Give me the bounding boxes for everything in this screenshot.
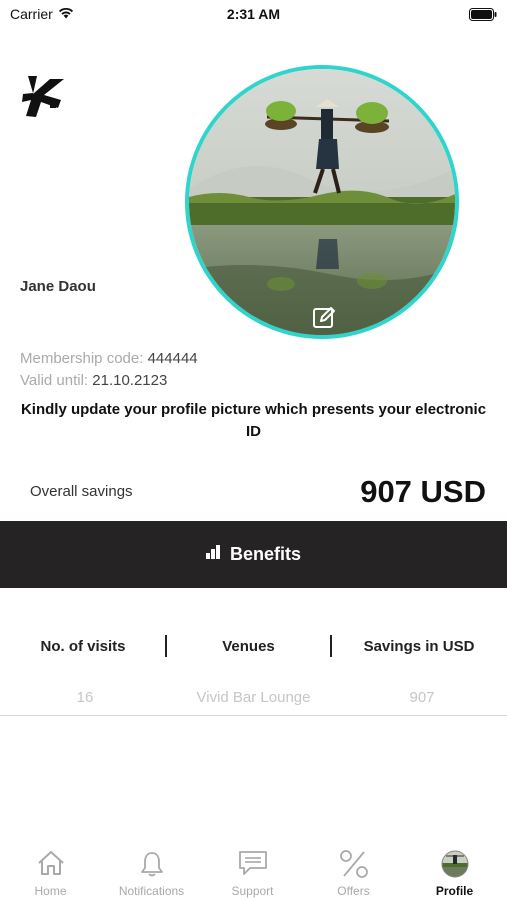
cell-savings: 907: [409, 689, 435, 706]
clock: 2:31 AM: [226, 6, 281, 22]
membership-code-label: Membership code:: [20, 350, 144, 367]
benefits-button[interactable]: Benefits: [0, 521, 507, 588]
tab-offers-label: Offers: [337, 884, 370, 898]
tab-bar: Home Notifications Support Offers Profil…: [0, 838, 507, 900]
tab-offers[interactable]: Offers: [303, 838, 404, 900]
valid-until-label: Valid until:: [20, 372, 89, 389]
status-bar: Carrier 2:31 AM: [0, 0, 507, 30]
column-header-visits: No. of visits: [40, 638, 126, 655]
tab-notifications[interactable]: Notifications: [101, 838, 202, 900]
profile-avatar[interactable]: [185, 65, 459, 339]
tab-profile-label: Profile: [435, 884, 474, 898]
bell-icon: [138, 850, 166, 883]
membership-code-row: Membership code: 444444: [20, 348, 198, 370]
edit-icon[interactable]: [311, 305, 337, 331]
benefits-label: Benefits: [229, 544, 301, 564]
table-row[interactable]: 16 Vivid Bar Lounge 907: [0, 686, 507, 716]
tab-profile[interactable]: Profile: [404, 838, 505, 900]
profile-name: Jane Daou: [20, 278, 96, 295]
membership-code-value: 444444: [147, 350, 198, 367]
battery-icon: [469, 8, 497, 26]
valid-until-value: 21.10.2123: [92, 372, 168, 389]
tab-home[interactable]: Home: [0, 838, 101, 900]
home-icon: [36, 850, 66, 881]
profile-picture-notice: Kindly update your profile picture which…: [20, 401, 487, 440]
cell-venue: Vivid Bar Lounge: [196, 689, 311, 706]
chat-icon: [238, 850, 268, 881]
valid-until-row: Valid until: 21.10.2123: [20, 370, 198, 392]
membership-info: Membership code: 444444 Valid until: 21.…: [20, 348, 198, 392]
profile-photo: [189, 69, 455, 335]
column-header-savings: Savings in USD: [363, 638, 475, 655]
savings-label: Overall savings: [30, 483, 133, 500]
chart-icon: [205, 545, 220, 564]
tab-support[interactable]: Support: [202, 838, 303, 900]
avatar-icon: [441, 850, 469, 883]
tab-notifications-label: Notifications: [118, 884, 185, 898]
cell-visits: 16: [76, 689, 94, 706]
table-header: No. of visits Venues Savings in USD: [0, 633, 507, 661]
tab-support-label: Support: [231, 884, 274, 898]
tab-home-label: Home: [34, 884, 67, 898]
percent-icon: [339, 850, 369, 883]
brand-logo: [20, 72, 72, 123]
column-header-venues: Venues: [222, 638, 275, 655]
savings-value: 907 USD: [360, 474, 486, 509]
